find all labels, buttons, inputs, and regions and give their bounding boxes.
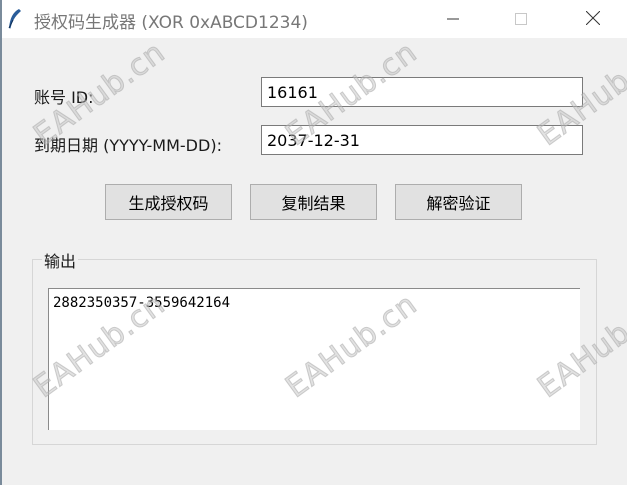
- minimize-button[interactable]: [430, 0, 476, 38]
- account-id-input[interactable]: [261, 77, 583, 107]
- account-id-label: 账号 ID:: [34, 88, 94, 107]
- minimize-icon: [447, 10, 459, 29]
- feather-icon: [6, 8, 24, 30]
- generate-code-button[interactable]: 生成授权码: [105, 184, 232, 220]
- close-icon: [585, 10, 601, 29]
- window-border: [0, 0, 2, 485]
- window-title: 授权码生成器 (XOR 0xABCD1234): [34, 13, 308, 33]
- title-bar[interactable]: 授权码生成器 (XOR 0xABCD1234): [0, 0, 627, 38]
- expiry-date-input[interactable]: [261, 125, 583, 155]
- output-group-title: 输出: [42, 248, 79, 272]
- expiry-date-label: 到期日期 (YYYY-MM-DD):: [34, 136, 222, 155]
- app-window: 授权码生成器 (XOR 0xABCD1234) 账号 ID: 到期日期 (YYY…: [0, 0, 627, 485]
- decrypt-verify-button[interactable]: 解密验证: [395, 184, 522, 220]
- copy-result-button[interactable]: 复制结果: [250, 184, 377, 220]
- maximize-button[interactable]: [498, 0, 544, 38]
- close-button[interactable]: [570, 0, 616, 38]
- maximize-icon: [515, 10, 527, 29]
- output-textarea[interactable]: 2882350357-3559642164: [48, 288, 580, 430]
